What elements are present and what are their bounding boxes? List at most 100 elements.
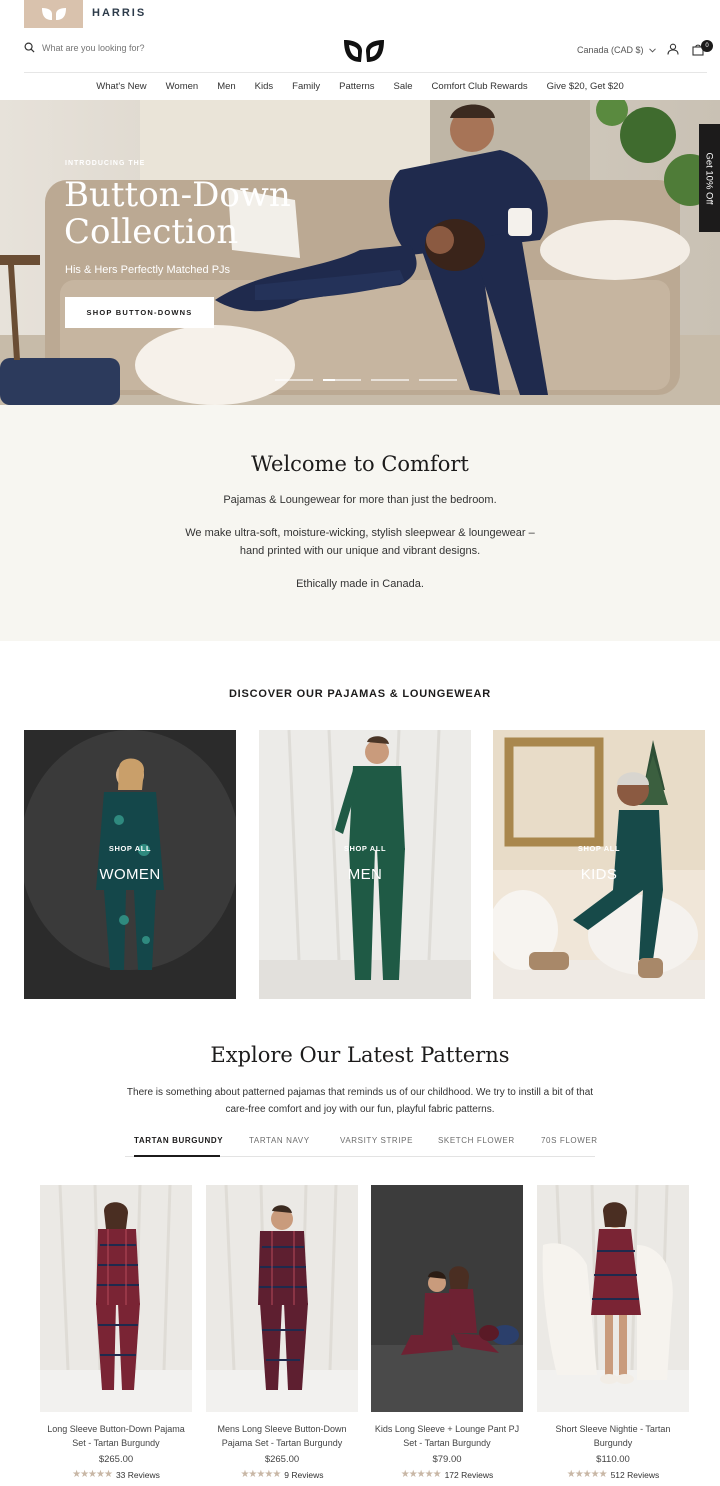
carousel-indicators	[275, 379, 457, 381]
category-card-women[interactable]: SHOP ALL WOMEN	[24, 730, 236, 999]
brand-logo[interactable]	[24, 0, 83, 28]
currency-selector[interactable]: Canada (CAD $)	[577, 45, 656, 55]
product-price: $110.00	[596, 1454, 630, 1465]
welcome-section: Welcome to Comfort Pajamas & Loungewear …	[0, 405, 720, 641]
tab-tartan-navy[interactable]: TARTAN NAVY	[249, 1136, 310, 1145]
main-logo[interactable]	[343, 38, 385, 69]
category-name: KIDS	[580, 866, 618, 883]
nav-item-comfort-club[interactable]: Comfort Club Rewards	[432, 81, 528, 92]
search-bar[interactable]	[24, 42, 182, 53]
product-card[interactable]: Kids Long Sleeve + Lounge Pant PJ Set - …	[371, 1185, 523, 1480]
category-shop-all: SHOP ALL	[343, 844, 387, 853]
product-card[interactable]: Long Sleeve Button-Down Pajama Set - Tar…	[40, 1185, 192, 1480]
patterns-description: There is something about patterned pajam…	[120, 1084, 600, 1118]
welcome-title: Welcome to Comfort	[251, 452, 469, 476]
nav-item-family[interactable]: Family	[292, 81, 320, 92]
category-card-kids[interactable]: SHOP ALL KIDS	[493, 730, 705, 999]
search-icon[interactable]	[24, 42, 35, 53]
patterns-description-line: care-free comfort and joy with our fun, …	[225, 1104, 495, 1115]
product-title[interactable]: Long Sleeve Button-Down Pajama Set - Tar…	[40, 1422, 192, 1450]
product-photo	[40, 1185, 192, 1412]
nav-item-give-get[interactable]: Give $20, Get $20	[547, 81, 624, 92]
category-name: MEN	[347, 866, 383, 883]
category-card-men[interactable]: SHOP ALL MEN	[259, 730, 471, 999]
discover-title: DISCOVER OUR PAJAMAS & LOUNGEWEAR	[228, 688, 492, 700]
review-count: 33 Reviews	[115, 1469, 160, 1480]
search-input[interactable]	[42, 42, 182, 53]
tab-tartan-burgundy[interactable]: TARTAN BURGUNDY	[134, 1136, 223, 1145]
shop-button-downs-button[interactable]: SHOP BUTTON-DOWNS	[65, 297, 214, 328]
nav-item-men[interactable]: Men	[217, 81, 235, 92]
product-rating[interactable]: ★★★★★ 33 Reviews	[40, 1469, 192, 1480]
carousel-dot[interactable]	[419, 379, 457, 381]
product-title-line: Short Sleeve Nightie - Tartan	[555, 1424, 671, 1434]
product-image[interactable]	[40, 1185, 192, 1412]
patterns-title: Explore Our Latest Patterns	[210, 1043, 510, 1067]
discount-side-tab-label: Get 10% Off	[704, 151, 716, 205]
product-rating[interactable]: ★★★★★ 9 Reviews	[206, 1469, 358, 1480]
carousel-dot[interactable]	[275, 379, 313, 381]
star-rating-icon: ★★★★★	[566, 1469, 608, 1480]
product-rating[interactable]: ★★★★★ 172 Reviews	[371, 1469, 523, 1480]
hero-image	[0, 100, 720, 405]
leaf-logo-icon	[41, 8, 66, 20]
product-photo	[371, 1185, 523, 1412]
welcome-text: hand printed with our unique and vibrant…	[239, 545, 481, 557]
category-shop-all: SHOP ALL	[108, 844, 152, 853]
product-title-line: Set - Tartan Burgundy	[72, 1438, 160, 1448]
hero-title-line: Collection	[64, 212, 239, 252]
welcome-text: We make ultra-soft, moisture-wicking, st…	[185, 527, 535, 539]
nav-item-patterns[interactable]: Patterns	[339, 81, 374, 92]
brand-name[interactable]: HARRIS	[92, 7, 146, 19]
nav-item-kids[interactable]: Kids	[255, 81, 273, 92]
carousel-dot[interactable]	[371, 379, 409, 381]
category-name: WOMEN	[99, 866, 161, 883]
product-title-line: Long Sleeve Button-Down Pajama	[47, 1424, 185, 1434]
category-image	[493, 730, 705, 999]
category-image	[259, 730, 471, 999]
hero-title-line: Button-Down	[64, 175, 291, 215]
hero-title: Button-Down Collection	[64, 177, 324, 251]
product-price: $79.00	[432, 1454, 462, 1465]
product-image[interactable]	[206, 1185, 358, 1412]
product-image[interactable]	[537, 1185, 689, 1412]
hero-eyebrow: INTRODUCING THE	[65, 160, 146, 167]
product-image[interactable]	[371, 1185, 523, 1412]
category-image	[24, 730, 236, 999]
pattern-tabs: TARTAN BURGUNDY TARTAN NAVY VARSITY STRI…	[125, 1131, 598, 1157]
star-rating-icon: ★★★★★	[240, 1469, 281, 1480]
product-title-line: Pajama Set - Tartan Burgundy	[221, 1438, 343, 1448]
star-rating-icon: ★★★★★	[400, 1469, 442, 1480]
account-icon[interactable]	[667, 43, 679, 55]
product-title-line: Kids Long Sleeve + Lounge Pant PJ	[374, 1424, 520, 1434]
tab-varsity-stripe[interactable]: VARSITY STRIPE	[340, 1136, 413, 1145]
product-title-line: Set - Tartan Burgundy	[403, 1438, 491, 1448]
product-title[interactable]: Kids Long Sleeve + Lounge Pant PJ Set - …	[371, 1422, 523, 1450]
product-title-line: Mens Long Sleeve Button-Down	[217, 1424, 347, 1434]
product-price: $265.00	[264, 1454, 300, 1465]
product-card[interactable]: Short Sleeve Nightie - Tartan Burgundy $…	[537, 1185, 689, 1480]
nav-item-whats-new[interactable]: What's New	[96, 81, 146, 92]
welcome-text: Ethically made in Canada.	[296, 578, 424, 590]
category-shop-all: SHOP ALL	[577, 844, 621, 853]
leaf-logo-icon	[344, 40, 384, 62]
tab-70s-flower[interactable]: 70S FLOWER	[541, 1136, 598, 1145]
currency-label: Canada (CAD $)	[577, 45, 644, 55]
nav-item-women[interactable]: Women	[166, 81, 199, 92]
product-photo	[206, 1185, 358, 1412]
active-tab-indicator	[134, 1155, 220, 1157]
brand-strip: HARRIS	[0, 0, 720, 28]
tab-sketch-flower[interactable]: SKETCH FLOWER	[438, 1136, 515, 1145]
product-title[interactable]: Short Sleeve Nightie - Tartan Burgundy	[537, 1422, 689, 1450]
product-title-line: Burgundy	[593, 1438, 633, 1448]
product-title[interactable]: Mens Long Sleeve Button-Down Pajama Set …	[206, 1422, 358, 1450]
hero-banner[interactable]: INTRODUCING THE Button-Down Collection H…	[0, 100, 720, 405]
product-card[interactable]: Mens Long Sleeve Button-Down Pajama Set …	[206, 1185, 358, 1480]
carousel-dot-active[interactable]	[323, 379, 361, 381]
discount-side-tab[interactable]: Get 10% Off	[699, 124, 720, 232]
product-rating[interactable]: ★★★★★ 512 Reviews	[537, 1469, 689, 1480]
patterns-description-line: There is something about patterned pajam…	[126, 1087, 594, 1098]
nav-item-sale[interactable]: Sale	[394, 81, 413, 92]
review-count: 512 Reviews	[610, 1469, 660, 1480]
hero-subtitle: His & Hers Perfectly Matched PJs	[65, 264, 231, 276]
